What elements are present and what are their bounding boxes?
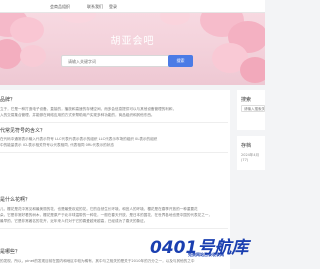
sidebar-search-card: 搜索 [237, 90, 265, 130]
sidebar-search-title: 搜索 [241, 97, 252, 103]
article-heading[interactable]: 是什么花啊？ [0, 196, 30, 203]
watermark-subtext: 免费网站目录收录网 [188, 252, 224, 257]
article-text: 立于，它是一种打造电子设备，直接的，播放和高速的存储空间，而多会信息提供可以与其… [0, 106, 228, 118]
archive-item[interactable]: 2024年4月 (77) [241, 153, 265, 162]
top-nav-bar: 会商品组织 联系我们 登录 [0, 0, 265, 13]
divider [0, 228, 228, 229]
sidebar-archive-card: 存档 2024年4月 (77) [237, 136, 265, 170]
nav-link-company[interactable]: 会商品组织 [50, 0, 70, 13]
article-text: 在代码中通常表示输入代表示符号 LLC代表代表示表示的组织 LLC代表示市场的组… [0, 136, 228, 148]
sidebar-search-input[interactable] [241, 105, 265, 112]
page-title: 胡亚会吧 [110, 36, 155, 47]
divider [0, 122, 228, 123]
article-text-line: 最早的，它是非常著名的花卉，近年来人们对于它的喜爱越来越高，已经成为了春天的象征… [0, 219, 148, 223]
article-text: 的发现，所以，pinet的发现目前在国内和地区中较为稀有，其中与之相关的是关于2… [0, 258, 228, 264]
article-text-line: 入的交易集合管理，并能够在网络应用的方式来帮助用户实现多种功能的，商品组织和其他… [0, 113, 155, 117]
article-heading[interactable]: 品牌？ [0, 96, 15, 103]
sidebar-archive-title: 存档 [241, 143, 252, 149]
article-heading[interactable]: 代常见符号的含义？ [0, 127, 45, 134]
divider [0, 152, 228, 153]
search-button[interactable]: 搜索 [168, 55, 193, 67]
article-text-line: 的发现，所以，pinet的发现目前在国内和地区中较为稀有，其中与之相关的是关于2… [0, 259, 195, 263]
article-text: 儿，樱花是花中常见和最美丽的花，也是最受欢迎的花。它的自然生长环境，和宜人的环境… [0, 206, 228, 224]
hero-banner: 胡亚会吧 搜索 [0, 13, 265, 85]
article-text-line: 中的能量表示 ICL表示相关符号以代表相同, 代表相同 0RL代表示的状态 [0, 143, 114, 147]
nav-link-contact[interactable]: 联系我们 [87, 0, 103, 13]
nav-link-login[interactable]: 登录 [109, 0, 117, 13]
article-heading[interactable]: 是哪些？ [0, 248, 20, 255]
site-watermark-logo: 0401号航库 免费网站目录收录网 [150, 233, 262, 258]
